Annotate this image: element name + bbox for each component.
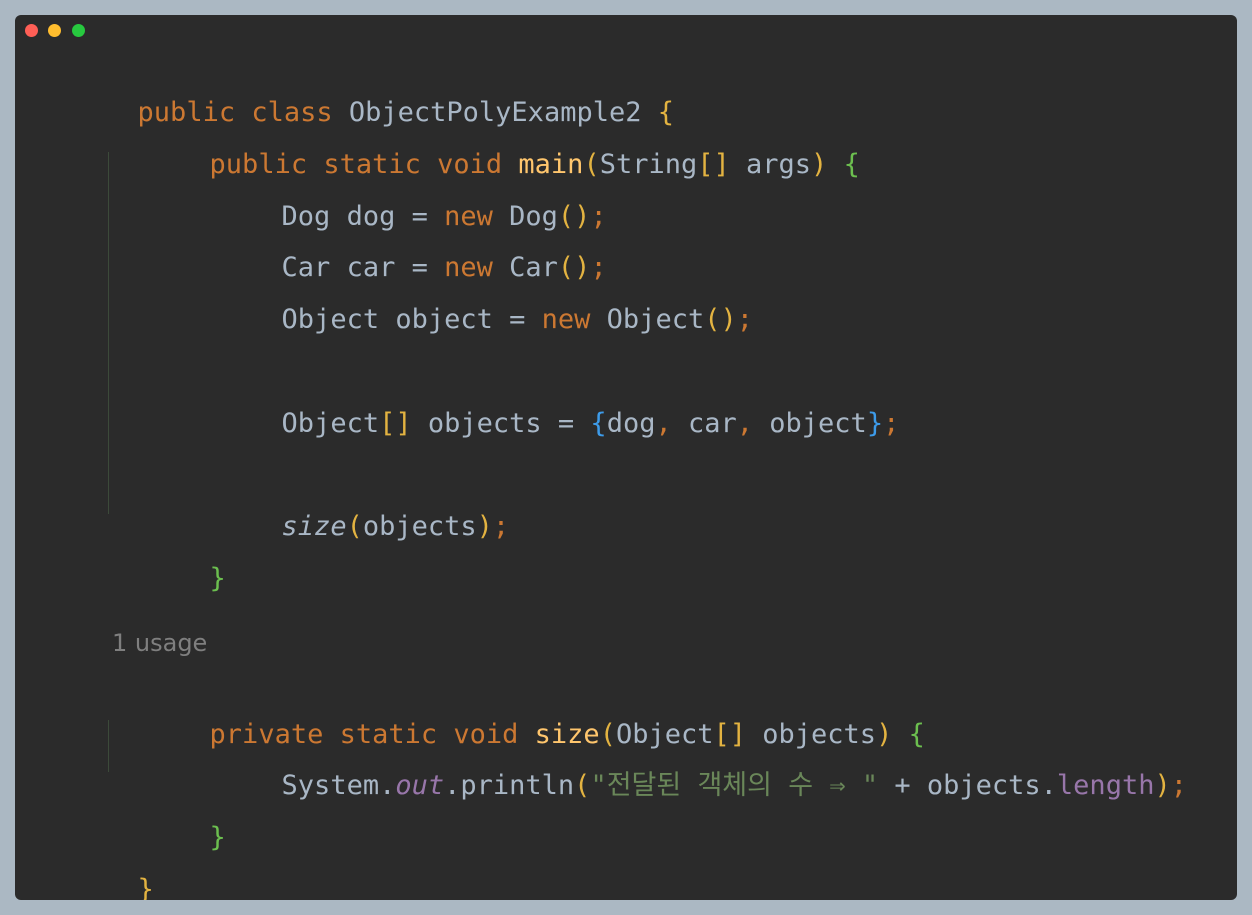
token: Object bbox=[606, 304, 705, 335]
minimize-button[interactable] bbox=[48, 24, 61, 37]
token: ; bbox=[1170, 770, 1187, 801]
code-editor[interactable]: public class ObjectPolyExample2 { public… bbox=[40, 53, 1187, 900]
token: objects bbox=[362, 511, 477, 542]
token: ) bbox=[476, 511, 493, 542]
token: .println bbox=[444, 770, 575, 801]
token: , bbox=[655, 408, 688, 439]
code-line-4: Car car = new Car(); bbox=[184, 208, 607, 283]
token: } bbox=[137, 874, 154, 900]
token: System. bbox=[281, 770, 396, 801]
code-window: public class ObjectPolyExample2 { public… bbox=[15, 15, 1237, 900]
token: } bbox=[209, 822, 226, 853]
code-line-11: } bbox=[112, 778, 226, 853]
token: } bbox=[209, 563, 226, 594]
token: { bbox=[590, 408, 607, 439]
token: new bbox=[541, 304, 607, 335]
token: () bbox=[704, 304, 737, 335]
token: , bbox=[736, 408, 770, 439]
token: { bbox=[827, 149, 860, 180]
code-line-8: } bbox=[112, 519, 226, 594]
token: args bbox=[729, 149, 812, 180]
code-line-9: private static void size(Object[] object… bbox=[112, 675, 925, 750]
token: ; bbox=[883, 408, 900, 439]
token: } bbox=[866, 408, 884, 439]
token: object bbox=[769, 408, 867, 439]
token: "전달된 객체의 수 ⇒ " bbox=[590, 770, 879, 801]
token: out bbox=[395, 770, 445, 801]
token: String bbox=[599, 149, 698, 180]
maximize-button[interactable] bbox=[72, 24, 85, 37]
token: dog bbox=[606, 408, 656, 439]
code-line-2: public static void main(String[] args) { bbox=[112, 105, 860, 180]
token: ; bbox=[736, 304, 753, 335]
token: ) bbox=[811, 149, 828, 180]
code-line-7: size(objects); bbox=[184, 467, 510, 542]
code-line-5: Object object = new Object(); bbox=[184, 260, 753, 335]
usage-hint[interactable]: 1 usage bbox=[112, 623, 207, 663]
indent-guide-size bbox=[108, 720, 109, 772]
token: [] bbox=[379, 408, 412, 439]
token: size bbox=[281, 511, 347, 542]
token: length bbox=[1056, 770, 1155, 801]
code-line-10: System.out.println("전달된 객체의 수 ⇒ " + obje… bbox=[184, 726, 1187, 801]
token: Object object = bbox=[281, 304, 542, 335]
token: ( bbox=[346, 511, 363, 542]
indent-guide-main bbox=[108, 152, 109, 514]
token: [] bbox=[697, 149, 730, 180]
token: ; bbox=[492, 511, 510, 542]
token: ) bbox=[1154, 770, 1171, 801]
close-button[interactable] bbox=[25, 24, 38, 37]
token: + objects. bbox=[878, 770, 1057, 801]
code-line-1: public class ObjectPolyExample2 { bbox=[40, 53, 674, 128]
token: Object bbox=[281, 408, 380, 439]
token: ( bbox=[574, 770, 591, 801]
token: car bbox=[687, 408, 737, 439]
code-line-6: Object[] objects = {dog, car, object}; bbox=[184, 364, 900, 439]
code-line-3: Dog dog = new Dog(); bbox=[184, 157, 607, 232]
token: objects = bbox=[411, 408, 591, 439]
code-line-12: } bbox=[40, 830, 154, 900]
